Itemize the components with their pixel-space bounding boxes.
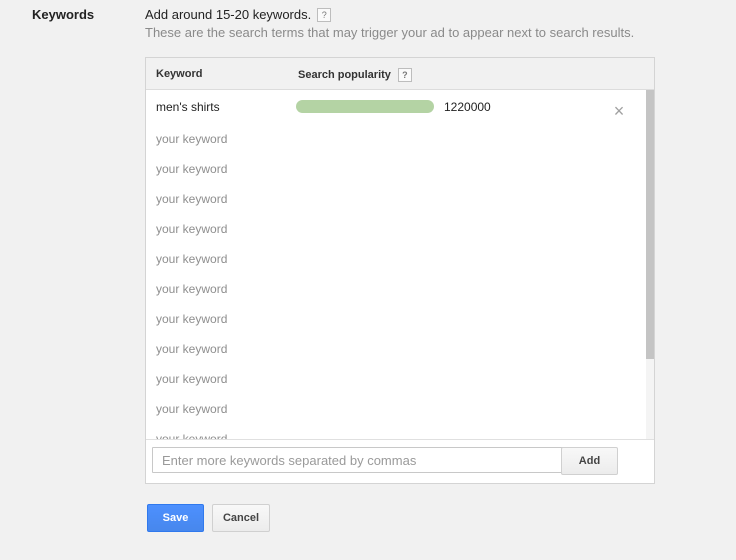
- keyword-placeholder[interactable]: your keyword: [156, 192, 227, 206]
- keyword-row[interactable]: your keyword: [146, 333, 654, 363]
- column-header-keyword: Keyword: [156, 68, 203, 80]
- instructions-subtext: These are the search terms that may trig…: [145, 25, 635, 40]
- column-header-popularity-label: Search popularity: [298, 69, 391, 81]
- keyword-row[interactable]: your keyword: [146, 393, 654, 423]
- keyword-row[interactable]: men's shirts 1220000 ×: [146, 90, 654, 123]
- popularity-bar-track: [296, 100, 434, 113]
- keyword-row[interactable]: your keyword: [146, 273, 654, 303]
- help-icon[interactable]: ?: [317, 7, 332, 22]
- add-keywords-button[interactable]: Add: [561, 447, 618, 475]
- popularity-help-icon[interactable]: ?: [397, 68, 412, 82]
- keyword-placeholder[interactable]: your keyword: [156, 372, 227, 386]
- keyword-list[interactable]: men's shirts 1220000 × your keyword your …: [146, 90, 654, 439]
- keyword-row[interactable]: your keyword: [146, 213, 654, 243]
- keyword-table-header: Keyword Search popularity ?: [146, 58, 654, 90]
- keyword-footer: Add: [146, 439, 654, 483]
- keyword-placeholder[interactable]: your keyword: [156, 312, 227, 326]
- section-label-keywords: Keywords: [32, 7, 95, 22]
- keyword-placeholder[interactable]: your keyword: [156, 222, 227, 236]
- keyword-panel: Keyword Search popularity ? men's shirts…: [145, 57, 655, 484]
- popularity-bar: [296, 100, 434, 113]
- instructions-text: Add around 15-20 keywords.: [145, 7, 312, 22]
- keyword-text[interactable]: men's shirts: [156, 100, 220, 114]
- keyword-row[interactable]: your keyword: [146, 363, 654, 393]
- keyword-placeholder[interactable]: your keyword: [156, 402, 227, 416]
- keyword-row[interactable]: your keyword: [146, 123, 654, 153]
- keyword-row[interactable]: your keyword: [146, 423, 654, 439]
- keyword-placeholder[interactable]: your keyword: [156, 162, 227, 176]
- keyword-placeholder[interactable]: your keyword: [156, 252, 227, 266]
- cancel-button[interactable]: Cancel: [212, 504, 270, 532]
- instructions-main: Add around 15-20 keywords. ?: [145, 7, 634, 22]
- keyword-row[interactable]: your keyword: [146, 183, 654, 213]
- instructions: Add around 15-20 keywords. ? These are t…: [145, 7, 634, 40]
- keyword-placeholder[interactable]: your keyword: [156, 282, 227, 296]
- keyword-row[interactable]: your keyword: [146, 303, 654, 333]
- popularity-value: 1220000: [444, 100, 491, 114]
- keyword-row[interactable]: your keyword: [146, 153, 654, 183]
- keyword-placeholder[interactable]: your keyword: [156, 432, 227, 439]
- close-icon[interactable]: ×: [612, 102, 626, 120]
- keyword-placeholder[interactable]: your keyword: [156, 342, 227, 356]
- column-header-popularity: Search popularity ?: [298, 68, 412, 82]
- keyword-placeholder[interactable]: your keyword: [156, 132, 227, 146]
- keyword-row[interactable]: your keyword: [146, 243, 654, 273]
- more-keywords-input[interactable]: [152, 447, 563, 473]
- save-button[interactable]: Save: [147, 504, 204, 532]
